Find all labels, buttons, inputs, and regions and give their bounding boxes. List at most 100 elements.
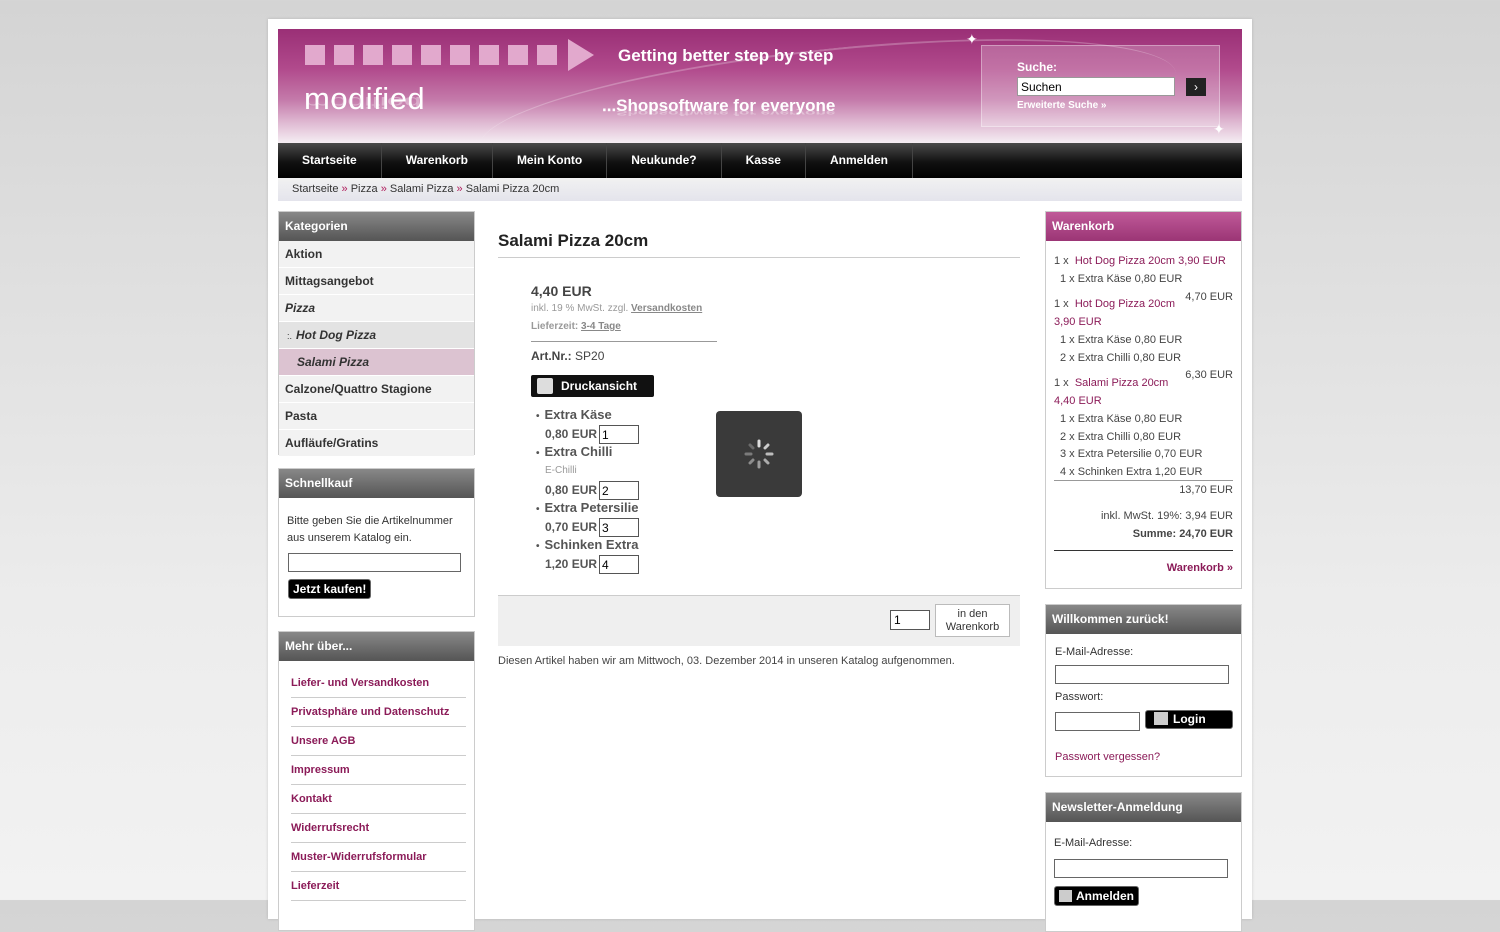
cart-option: 1 x Extra Käse 0,80 EUR (1060, 334, 1183, 346)
option-price: 0,70 EUR (545, 520, 598, 534)
advanced-search-link[interactable]: Erweiterte Suche » (1017, 100, 1106, 111)
link-shipping[interactable]: Liefer- und Versandkosten (291, 669, 466, 698)
option-price: 0,80 EUR (545, 427, 598, 441)
option-price: 0,80 EUR (545, 483, 598, 497)
catalog-added-note: Diesen Artikel haben wir am Mittwoch, 03… (498, 655, 955, 667)
search-go-button[interactable]: › (1186, 78, 1206, 96)
cart-item: 1 x Salami Pizza 20cm (1054, 377, 1169, 389)
more-about-title: Mehr über... (279, 632, 474, 661)
link-widerrufsrecht[interactable]: Widerrufsrecht (291, 814, 466, 843)
cart-item-link[interactable]: Salami Pizza 20cm (1075, 377, 1169, 389)
option-qty-input[interactable] (599, 481, 639, 500)
cart-item: 1 x Hot Dog Pizza 20cm (1054, 298, 1176, 310)
cart-title: Warenkorb (1046, 212, 1241, 241)
newsletter-box: Newsletter-Anmeldung E-Mail-Adresse: Anm… (1045, 792, 1242, 932)
breadcrumb-current[interactable]: Salami Pizza 20cm (466, 183, 560, 195)
password-field[interactable] (1055, 712, 1140, 731)
header-banner: Getting better step by step modified mod… (278, 29, 1242, 143)
forgot-password-link[interactable]: Passwort vergessen? (1055, 751, 1160, 763)
cart-item-price: 4,40 EUR (1054, 395, 1102, 407)
option-name: Extra Chilli (536, 444, 612, 459)
category-calzone[interactable]: Calzone/Quattro Stagione (279, 376, 474, 403)
cart-box: Warenkorb 1 x Hot Dog Pizza 20cm 3,90 EU… (1045, 211, 1242, 589)
header-arrow-icon (568, 39, 594, 71)
add-to-cart-button[interactable]: in den Warenkorb (935, 604, 1010, 637)
cart-link[interactable]: Warenkorb » (1167, 562, 1233, 574)
product-title: Salami Pizza 20cm (498, 231, 1020, 258)
email-field[interactable] (1055, 665, 1229, 684)
cart-item: 1 x Hot Dog Pizza 20cm 3,90 EUR (1054, 255, 1226, 267)
category-auflaeufe[interactable]: Aufläufe/Gratins (279, 430, 474, 457)
newsletter-email-field[interactable] (1054, 859, 1228, 878)
newsletter-title: Newsletter-Anmeldung (1046, 793, 1241, 822)
breadcrumb: Startseite » Pizza » Salami Pizza » Sala… (278, 178, 1242, 201)
option-qty-input[interactable] (599, 518, 639, 537)
cart-item-link[interactable]: Hot Dog Pizza 20cm (1075, 298, 1175, 310)
email-label: E-Mail-Adresse: (1055, 646, 1134, 658)
option-qty-input[interactable] (599, 555, 639, 574)
logo-reflection: modified (304, 93, 422, 112)
breadcrumb-pizza[interactable]: Pizza (351, 183, 378, 195)
breadcrumb-salami-pizza[interactable]: Salami Pizza (390, 183, 454, 195)
cart-option: 1 x Extra Käse 0,80 EUR (1060, 273, 1183, 285)
search-box: Suche: › Erweiterte Suche » (981, 45, 1220, 127)
shipping-link[interactable]: Versandkosten (631, 303, 702, 314)
loading-spinner-icon (716, 411, 802, 497)
schnellkauf-text: Bitte geben Sie die Artikelnummer aus un… (287, 515, 453, 544)
category-pizza[interactable]: Pizza (279, 295, 474, 322)
search-input[interactable] (1017, 77, 1175, 96)
nav-startseite[interactable]: Startseite (278, 143, 382, 178)
header-squares (305, 45, 557, 65)
category-salami-pizza[interactable]: Salami Pizza (279, 349, 474, 376)
option-qty-input[interactable] (599, 425, 639, 444)
cart-option: 2 x Extra Chilli 0,80 EUR (1060, 431, 1182, 443)
link-privacy[interactable]: Privatsphäre und Datenschutz (291, 698, 466, 727)
category-hot-dog-pizza[interactable]: :. Hot Dog Pizza (279, 322, 474, 349)
breadcrumb-startseite[interactable]: Startseite (292, 183, 338, 195)
cart-sum: Summe: 24,70 EUR (1132, 528, 1233, 540)
cart-option: 1 x Extra Käse 0,80 EUR (1060, 413, 1183, 425)
link-widerrufsformular[interactable]: Muster-Widerrufsformular (291, 843, 466, 872)
cart-item-link[interactable]: Hot Dog Pizza 20cm 3,90 EUR (1075, 255, 1226, 267)
main-nav: Startseite Warenkorb Mein Konto Neukunde… (278, 143, 1242, 178)
subscribe-icon (1059, 890, 1072, 902)
cart-option: 3 x Extra Petersilie 0,70 EUR (1060, 448, 1203, 460)
category-aktion[interactable]: Aktion (279, 241, 474, 268)
print-view-button[interactable]: Druckansicht (531, 375, 654, 397)
schnellkauf-title: Schnellkauf (279, 469, 474, 498)
cart-item-total: 6,30 EUR (1185, 369, 1233, 381)
link-impressum[interactable]: Impressum (291, 756, 466, 785)
search-label: Suche: (1017, 60, 1058, 74)
category-mittagsangebot[interactable]: Mittagsangebot (279, 268, 474, 295)
newsletter-subscribe-button[interactable]: Anmelden (1054, 886, 1140, 906)
login-button[interactable]: Login (1145, 710, 1233, 729)
divider (531, 341, 717, 342)
login-icon (1154, 712, 1168, 725)
tagline-reflection: ...Shopsoftware for everyone (602, 108, 836, 117)
nav-anmelden[interactable]: Anmelden (806, 143, 913, 178)
link-agb[interactable]: Unsere AGB (291, 727, 466, 756)
cart-item-total: 13,70 EUR (1179, 484, 1233, 496)
nav-kasse[interactable]: Kasse (722, 143, 806, 178)
buy-now-button[interactable]: Jetzt kaufen! (288, 579, 372, 599)
tagline-top: Getting better step by step (618, 46, 834, 65)
tax-info: inkl. 19 % MwSt. zzgl. Versandkosten (531, 303, 703, 314)
nav-neukunde[interactable]: Neukunde? (607, 143, 722, 178)
info-links: Liefer- und Versandkosten Privatsphäre u… (279, 669, 474, 901)
category-pasta[interactable]: Pasta (279, 403, 474, 430)
quantity-input[interactable] (890, 610, 930, 630)
link-lieferzeit[interactable]: Lieferzeit (291, 872, 466, 901)
article-number-input[interactable] (288, 553, 461, 572)
schnellkauf-box: Schnellkauf Bitte geben Sie die Artikeln… (278, 468, 475, 617)
nav-mein-konto[interactable]: Mein Konto (493, 143, 608, 178)
option-price: 1,20 EUR (545, 557, 598, 571)
cart-option: 4 x Schinken Extra 1,20 EUR (1060, 466, 1203, 478)
cart-tax: inkl. MwSt. 19%: 3,94 EUR (1100, 510, 1233, 522)
option-subtitle: E-Chilli (545, 465, 577, 476)
link-kontakt[interactable]: Kontakt (291, 785, 466, 814)
product-content: Salami Pizza 20cm 4,40 EUR inkl. 19 % Mw… (498, 209, 1020, 667)
login-title: Willkommen zurück! (1046, 605, 1241, 634)
delivery-time-link[interactable]: 3-4 Tage (581, 321, 621, 332)
add-to-cart-bar: in den Warenkorb (498, 595, 1020, 646)
nav-warenkorb[interactable]: Warenkorb (382, 143, 493, 178)
